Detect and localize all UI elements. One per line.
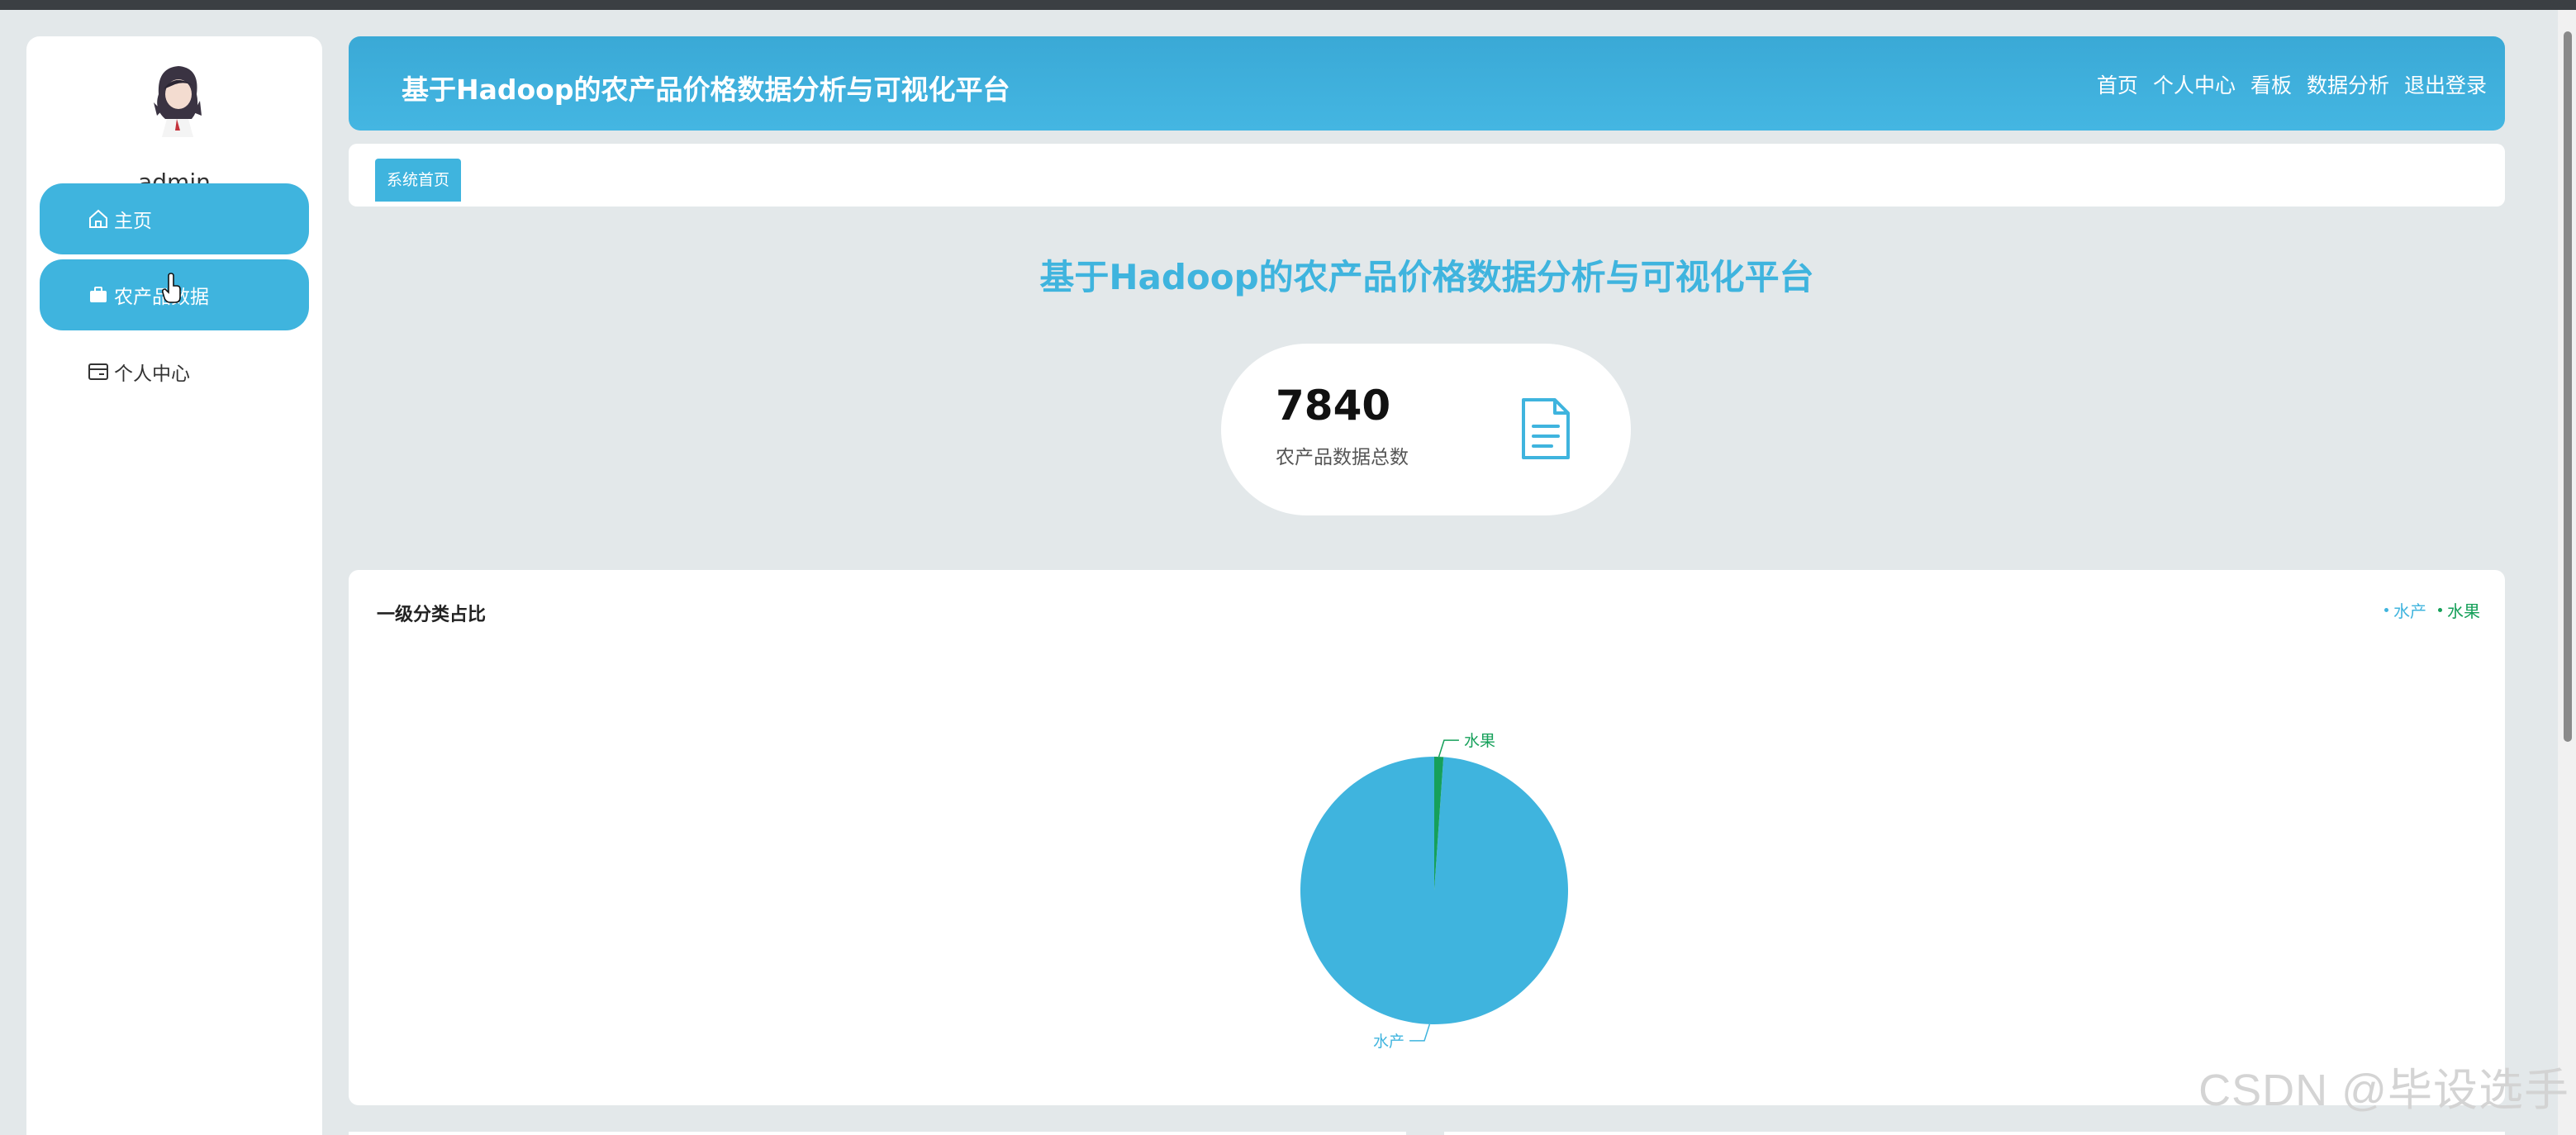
nav-logout-link[interactable]: 退出登录 — [2404, 69, 2487, 99]
chart-panel: 一级分类占比 水产 水果 水产 水果 — [349, 570, 2505, 1105]
browser-top-bar — [0, 0, 2576, 10]
briefcase-icon — [86, 283, 111, 307]
hand-cursor-icon — [162, 273, 181, 303]
pie-label: 水产 — [1373, 1033, 1404, 1051]
avatar[interactable] — [142, 61, 210, 140]
sidebar-item-profile[interactable]: 个人中心 — [40, 336, 309, 407]
sidebar: admin 主页 农产品数据 个人中心 — [26, 36, 322, 1135]
pie-label-line — [1438, 739, 1459, 757]
tab-home[interactable]: 系统首页 — [375, 159, 462, 202]
nav-profile-link[interactable]: 个人中心 — [2153, 69, 2236, 99]
card-icon — [86, 359, 111, 384]
sidebar-item-label: 个人中心 — [114, 363, 190, 385]
top-header: 基于Hadoop的农产品价格数据分析与可视化平台 首页 个人中心 看板 数据分析… — [349, 36, 2505, 131]
stat-label: 农产品数据总数 — [1276, 447, 1409, 468]
nav-dashboard-link[interactable]: 看板 — [2250, 69, 2292, 99]
scrollbar-thumb[interactable] — [2564, 31, 2572, 742]
header-title: 基于Hadoop的农产品价格数据分析与可视化平台 — [402, 74, 1010, 106]
nav-home-link[interactable]: 首页 — [2097, 69, 2138, 99]
pie-chart: 水产 水果 — [1300, 732, 1568, 1051]
pie-label: 水果 — [1464, 732, 1495, 750]
page-title: 基于Hadoop的农产品价格数据分析与可视化平台 — [1039, 257, 1814, 297]
stat-card: 7840 农产品数据总数 — [1221, 344, 1631, 515]
nav-analysis-link[interactable]: 数据分析 — [2307, 69, 2389, 99]
sidebar-item-home[interactable]: 主页 — [40, 183, 309, 254]
next-panel-right — [1444, 1132, 2505, 1135]
home-icon — [86, 207, 111, 231]
sidebar-item-label: 主页 — [114, 211, 152, 232]
stat-value: 7840 — [1276, 382, 1391, 430]
breadcrumb-bar: 系统首页 — [349, 144, 2505, 207]
document-icon — [1522, 398, 1570, 459]
page-scrollbar[interactable] — [2558, 10, 2576, 1135]
next-panel-left — [349, 1132, 1406, 1135]
header-nav: 首页 个人中心 看板 数据分析 退出登录 — [2097, 69, 2487, 99]
watermark: CSDN @毕设选手 — [2198, 1066, 2569, 1115]
pie-label-line — [1409, 1023, 1431, 1042]
